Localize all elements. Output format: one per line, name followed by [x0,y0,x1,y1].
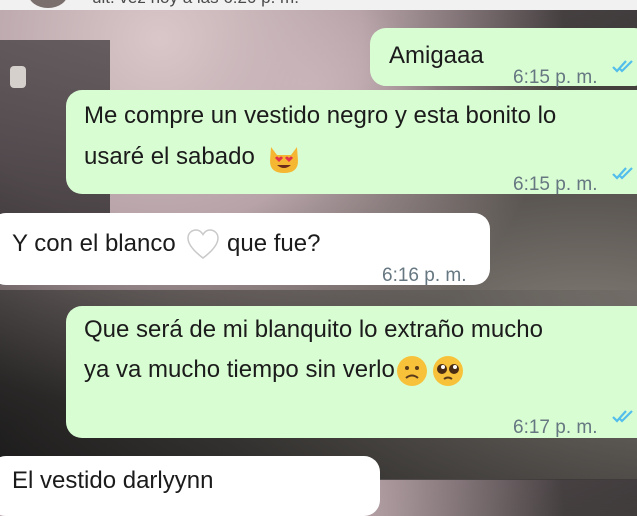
message-text-line: Y con el blanco que fue? [12,223,320,264]
message-bubble-outgoing[interactable]: Amigaaa 6:15 p. m. [370,28,637,88]
message-time: 6:16 p. m. [382,265,467,286]
contact-avatar[interactable] [28,0,68,8]
slightly-frowning-face-emoji [395,354,429,388]
message-text: usaré el sabado [84,143,255,170]
read-ticks-icon [612,58,636,74]
message-bubble-incoming[interactable]: El vestido darlyynn [0,456,380,516]
message-time: 6:15 p. m. [513,174,598,195]
message-text-line-2: usaré el sabado [84,136,301,177]
message-text-line-2: ya va mucho tiempo sin verlo [84,349,465,390]
message-bubble-outgoing[interactable]: Que será de mi blanquito lo extraño much… [66,306,637,438]
chat-header[interactable]: últ. vez hoy a las 6:20 p. m. [0,0,637,10]
message-bubble-outgoing[interactable]: Me compre un vestido negro y esta bonito… [66,90,637,195]
message-text-line: Que será de mi blanquito lo extraño much… [84,316,543,343]
white-heart-emoji [186,228,220,262]
pleading-face-emoji [431,354,465,388]
read-ticks-icon [612,165,636,181]
message-text: El vestido darlyynn [12,467,214,494]
message-text: Amigaaa [389,42,484,69]
message-text: Y con el blanco [12,230,176,257]
message-text: ya va mucho tiempo sin verlo [84,356,395,383]
side-handle-icon [10,66,26,88]
message-time: 6:17 p. m. [513,417,598,438]
read-ticks-icon [612,408,636,424]
message-bubble-incoming[interactable]: Y con el blanco que fue? 6:16 p. m. [0,213,490,286]
last-seen-status: últ. vez hoy a las 6:20 p. m. [92,0,299,8]
message-text-line: Me compre un vestido negro y esta bonito… [84,102,557,129]
message-text: que fue? [227,230,321,257]
smiling-cat-heart-eyes-emoji [267,141,301,175]
